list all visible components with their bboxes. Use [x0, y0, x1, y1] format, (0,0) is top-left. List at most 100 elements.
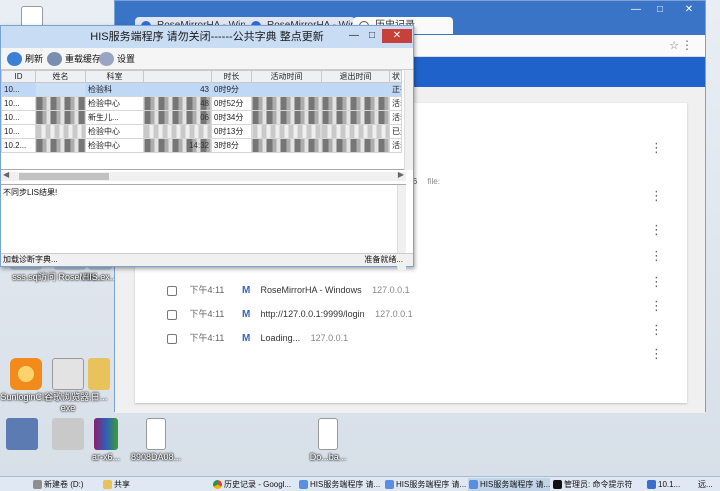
more-icon[interactable]: ⋮	[650, 141, 663, 154]
desktop-icon-label: sss.sql	[12, 272, 40, 282]
desktop: sss.sql 访问 RoseMirr... HIS.ex... Sunlogi…	[0, 0, 720, 476]
redacted-cell	[35, 124, 86, 139]
more-icon[interactable]: ⋮	[650, 275, 663, 288]
maximize-button[interactable]: □	[649, 1, 671, 17]
table-row[interactable]: 10... 检验中心 48 0时52分 活动	[1, 96, 402, 111]
history-row-checkbox[interactable]	[167, 333, 177, 344]
taskbar: 新建卷 (D:) 共享 历史记录 - Googl... HIS服务端程序 请..…	[0, 476, 720, 491]
column-header[interactable]: 退出时间	[321, 70, 390, 83]
status-right: 准备就绪...	[364, 255, 403, 264]
taskbar-item-his-1[interactable]: HIS服务端程序 请...	[298, 478, 380, 491]
chrome-icon	[213, 480, 222, 489]
rosemirror-icon: M	[242, 333, 251, 344]
history-row[interactable]: 下午4:11 M Loading... 127.0.0.1	[167, 327, 348, 349]
redacted-cell	[251, 138, 322, 153]
refresh-icon	[7, 52, 22, 66]
status-left: 加载诊断字典...	[3, 255, 58, 264]
taskbar-item-chrome[interactable]: 历史记录 - Googl...	[212, 478, 294, 491]
exe-icon	[52, 358, 84, 390]
file-icon	[146, 418, 166, 450]
taskbar-item-his-3[interactable]: HIS服务端程序 请...	[468, 478, 550, 491]
rosemirror-icon: M	[242, 309, 251, 320]
desktop-icon-label: 日...	[90, 392, 108, 402]
minimize-button[interactable]: —	[345, 29, 363, 43]
redacted-cell	[251, 124, 322, 139]
redacted-cell	[35, 96, 86, 111]
taskbar-item-drive[interactable]: 新建卷 (D:)	[32, 478, 96, 491]
more-icon[interactable]: ⋮	[650, 347, 663, 360]
scroll-left-icon[interactable]: ◀	[3, 170, 9, 179]
redacted-cell	[35, 138, 86, 153]
desktop-icon-batch[interactable]: Do...ba...	[296, 418, 360, 463]
column-header[interactable]: 活动时间	[251, 70, 322, 83]
more-icon[interactable]: ⋮	[650, 323, 663, 336]
refresh-button[interactable]: 刷新	[5, 50, 43, 68]
menu-kebab-icon[interactable]: ⋮	[681, 38, 693, 52]
minimize-button[interactable]: —	[625, 1, 647, 17]
close-button[interactable]: ✕	[382, 29, 412, 43]
more-icon[interactable]: ⋮	[650, 299, 663, 312]
column-header[interactable]: ID	[1, 70, 36, 83]
desktop-icon-label: 8908DA08...	[130, 452, 182, 462]
his-toolbar: 刷新 重载缓存 设置	[1, 48, 413, 70]
table-row[interactable]: 10... 检验科 43 0时9分 正在	[1, 82, 402, 97]
desktop-icon-label: HIS.ex...	[82, 272, 118, 282]
his-status-bar: 加载诊断字典... 准备就绪...	[1, 253, 413, 266]
column-header[interactable]: 姓名	[35, 70, 86, 83]
redacted-cell	[35, 110, 86, 125]
his-title: HIS服务端程序 请勿关闭------公共字典 整点更新	[90, 31, 324, 43]
redacted-cell	[251, 96, 322, 111]
taskbar-item-his-2[interactable]: HIS服务端程序 请...	[384, 478, 466, 491]
redacted-cell	[321, 96, 390, 111]
table-row[interactable]: 10... 新生儿... 06 0时34分 活动	[1, 110, 402, 125]
rosemirror-icon: M	[242, 285, 251, 296]
taskbar-item-remote[interactable]: 10.1...	[646, 478, 694, 491]
taskbar-tray[interactable]: 远...	[696, 478, 720, 491]
more-icon[interactable]: ⋮	[650, 189, 663, 202]
taskbar-item-share[interactable]: 共享	[102, 478, 202, 491]
more-icon[interactable]: ⋮	[650, 249, 663, 262]
batch-file-icon	[318, 418, 338, 450]
settings-button[interactable]: 设置	[97, 50, 135, 68]
redacted-cell	[321, 110, 390, 125]
desktop-icon-archive[interactable]: ar-x6...	[86, 418, 126, 463]
scroll-right-icon[interactable]: ▶	[398, 170, 404, 179]
scrollbar-thumb[interactable]	[19, 173, 109, 180]
redacted-cell	[35, 82, 86, 97]
table-row[interactable]: 10... 检验中心 0时13分 已退	[1, 124, 402, 139]
star-icon[interactable]: ☆	[669, 39, 679, 52]
maximize-button[interactable]: □	[363, 29, 381, 43]
redacted-cell	[321, 138, 390, 153]
vertical-scrollbar[interactable]	[404, 70, 413, 170]
desktop-icon-folder[interactable]: 日...	[82, 358, 116, 403]
shortcut-icon	[52, 418, 84, 450]
column-header[interactable]	[143, 70, 212, 83]
his-title-bar[interactable]: HIS服务端程序 请勿关闭------公共字典 整点更新 — □ ✕	[1, 26, 413, 48]
close-button[interactable]: ✕	[673, 1, 705, 17]
reload-cache-button[interactable]: 重载缓存	[45, 50, 101, 68]
remote-desktop-icon	[647, 480, 656, 489]
his-app-icon	[299, 480, 308, 489]
table-row[interactable]: 10.2... 检验中心 14:32 3时8分 活动	[1, 138, 402, 153]
taskbar-item-cmd[interactable]: 管理员: 命令提示符	[552, 478, 644, 491]
history-row[interactable]: 下午4:11 M RoseMirrorHA - Windows 127.0.0.…	[167, 279, 410, 301]
archive-icon	[94, 418, 118, 450]
column-header[interactable]: 科室	[85, 70, 144, 83]
column-header[interactable]: 状	[389, 70, 402, 83]
app-icon	[6, 418, 38, 450]
column-header[interactable]: 时长	[211, 70, 252, 83]
history-row[interactable]: 下午4:11 M http://127.0.0.1:9999/login 127…	[167, 303, 413, 325]
redacted-cell	[321, 82, 390, 97]
redacted-cell	[251, 110, 322, 125]
more-icon[interactable]: ⋮	[650, 223, 663, 236]
gear-icon	[99, 52, 114, 66]
redacted-cell	[251, 82, 322, 97]
history-row-checkbox[interactable]	[167, 309, 177, 320]
his-app-icon	[469, 480, 478, 489]
desktop-icon-8908[interactable]: 8908DA08...	[124, 418, 188, 463]
reload-cache-icon	[47, 52, 62, 66]
log-text: 不同步LIS结果!	[3, 188, 58, 197]
history-row-checkbox[interactable]	[167, 285, 177, 296]
horizontal-scrollbar[interactable]: ◀ ▶	[1, 170, 406, 181]
drive-icon	[33, 480, 42, 489]
